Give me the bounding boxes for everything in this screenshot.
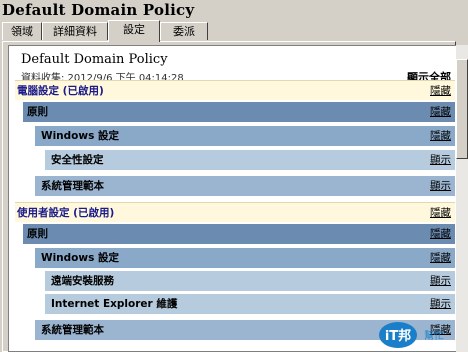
section-label: 系統管理範本 [41, 324, 104, 336]
report-title: Default Domain Policy [21, 52, 168, 67]
section-label: 系統管理範本 [41, 180, 104, 192]
show-link[interactable]: 顯示 [430, 150, 451, 170]
section-label: 原則 [27, 228, 48, 240]
section-policies[interactable]: 原則 隱藏 [23, 224, 455, 244]
hide-link[interactable]: 隱藏 [430, 224, 451, 244]
logo-text: iT邦 [385, 328, 411, 344]
section-remote-install[interactable]: 遠端安裝服務 顯示 [45, 271, 455, 291]
hide-link[interactable]: 隱藏 [430, 248, 451, 268]
hide-link[interactable]: 隱藏 [430, 102, 451, 122]
show-link[interactable]: 顯示 [430, 271, 451, 291]
scrollbar-thumb[interactable] [456, 59, 468, 159]
section-policies[interactable]: 原則 隱藏 [23, 102, 455, 122]
section-computer-config[interactable]: 電腦設定 (已啟用) 隱藏 [15, 80, 455, 100]
hide-link[interactable]: 隱藏 [430, 81, 451, 101]
hide-link[interactable]: 隱藏 [430, 126, 451, 146]
tab-delegation[interactable]: 委派 [160, 22, 208, 40]
section-user-config[interactable]: 使用者設定 (已啟用) 隱藏 [15, 202, 455, 222]
vertical-scrollbar[interactable] [456, 45, 468, 352]
hide-link[interactable]: 隱藏 [430, 203, 451, 223]
tab-scope[interactable]: 領域 [2, 22, 42, 40]
tab-settings[interactable]: 設定 [108, 20, 160, 42]
show-link[interactable]: 顯示 [430, 294, 451, 314]
section-security-settings[interactable]: 安全性設定 顯示 [45, 150, 455, 170]
section-windows-settings[interactable]: Windows 設定 隱藏 [35, 126, 455, 146]
tab-bar: 領域 詳細資料 設定 委派 [2, 20, 468, 42]
section-label: 原則 [27, 106, 48, 118]
section-label: Internet Explorer 維護 [51, 298, 178, 310]
settings-report: Default Domain Policy 資料收集: 2012/9/6 下午 … [8, 45, 456, 352]
section-label: Windows 設定 [41, 130, 119, 142]
section-label: 使用者設定 (已啟用) [17, 207, 115, 219]
tab-details[interactable]: 詳細資料 [42, 22, 108, 40]
ithome-logo: iT邦 幫忙 [379, 322, 444, 348]
section-label: 遠端安裝服務 [51, 275, 114, 287]
section-windows-settings[interactable]: Windows 設定 隱藏 [35, 248, 455, 268]
section-admin-templates[interactable]: 系統管理範本 顯示 [35, 176, 455, 196]
section-ie-maintenance[interactable]: Internet Explorer 維護 顯示 [45, 294, 455, 314]
section-label: Windows 設定 [41, 252, 119, 264]
window-title: Default Domain Policy [2, 1, 195, 19]
logo-subtext: 幫忙 [424, 329, 444, 342]
show-link[interactable]: 顯示 [430, 176, 451, 196]
section-label: 安全性設定 [51, 154, 104, 166]
section-label: 電腦設定 (已啟用) [17, 85, 104, 97]
